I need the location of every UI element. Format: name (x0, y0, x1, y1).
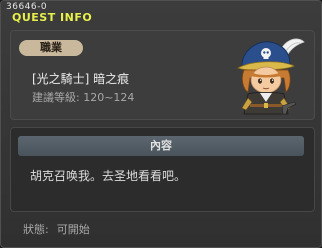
status-label: 狀態: (23, 223, 49, 236)
recommended-level: 建議等級: 120~124 (32, 89, 134, 105)
window-title: QUEST INFO (12, 11, 93, 24)
quest-content-panel: 內容 胡克召唤我。去圣地看看吧。 (10, 127, 315, 212)
content-header: 內容 (18, 136, 304, 156)
quest-description: 胡克召唤我。去圣地看看吧。 (30, 169, 187, 183)
quest-status: 狀態: 可開始 (23, 221, 90, 237)
job-name: [光之騎士] 暗之痕 (32, 72, 130, 86)
level-label: 建議等級: (32, 91, 80, 104)
status-value: 可開始 (56, 223, 90, 236)
quest-info-window: 36646-0 QUEST INFO 職業 [光之騎士] 暗之痕 建議等級: 1… (0, 0, 322, 248)
quest-info-panel: 職業 [光之騎士] 暗之痕 建議等級: 120~124 (10, 30, 315, 120)
npc-character-portrait (237, 38, 305, 115)
job-badge: 職業 (19, 40, 83, 56)
level-range: 120~124 (83, 91, 135, 104)
